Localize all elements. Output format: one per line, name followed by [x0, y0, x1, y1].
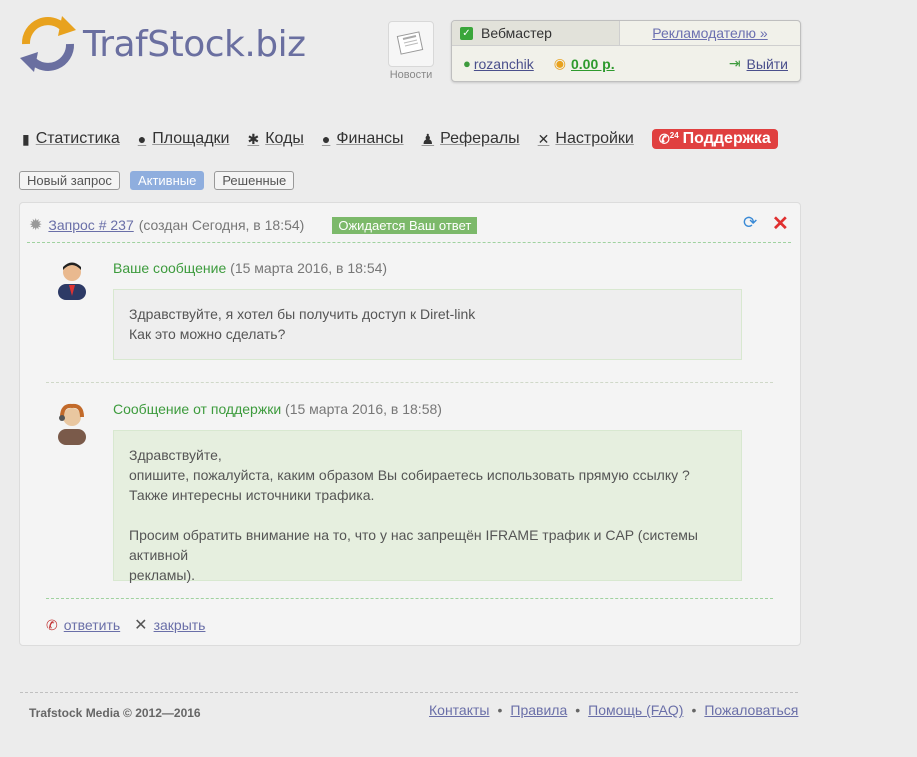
message-2-line: Также интересны источники трафика. — [129, 487, 375, 503]
main-nav: ▮ Статистика ● Площадки ✱ Коды ● Финансы ♟ Ре… — [22, 128, 796, 150]
tools-icon: ✕ — [537, 130, 550, 147]
copyright: Trafstock Media © 2012—2016 — [29, 706, 201, 720]
nav-finance-label: Финансы — [336, 130, 404, 147]
nav-codes[interactable]: ✱ Коды — [247, 130, 303, 148]
tab-resolved[interactable]: Решенные — [214, 171, 295, 190]
nav-finance[interactable]: ● Финансы — [322, 130, 404, 148]
message-1-body: Здравствуйте, я хотел бы получить доступ… — [113, 289, 742, 360]
nav-codes-label: Коды — [265, 130, 304, 147]
request-panel: ✹ Запрос # 237 (создан Сегодня, в 18:54)… — [19, 202, 801, 646]
users-icon: ♟ — [421, 130, 435, 147]
gear-status-icon: ✹ — [29, 217, 43, 234]
account-panel: ✓ Вебмастер Рекламодателю » ● rozanchik … — [451, 20, 801, 82]
message-2-body: Здравствуйте, опишите, пожалуйста, каким… — [113, 430, 742, 583]
balance-link[interactable]: 0.00 р. — [571, 56, 615, 72]
message-2-blank-line — [129, 505, 726, 525]
nav-settings-label: Настройки — [555, 130, 634, 147]
request-actions: ✆ ответить ✕ закрыть — [46, 615, 205, 635]
newspaper-icon — [388, 21, 434, 67]
request-created: (создан Сегодня, в 18:54) — [138, 217, 305, 233]
globe-icon: ● — [137, 131, 147, 147]
nav-sites-label: Площадки — [152, 130, 230, 147]
divider — [46, 382, 773, 383]
logout-link[interactable]: Выйти — [747, 56, 788, 72]
message-2-author: Сообщение от поддержки — [113, 401, 282, 417]
news-label: Новости — [389, 69, 433, 81]
message-2-line: опишите, пожалуйста, каким образом Вы со… — [129, 467, 690, 483]
footer-link-complain[interactable]: Пожаловаться — [704, 702, 798, 718]
divider — [27, 242, 791, 243]
phone-24-icon: ✆24 — [658, 130, 679, 147]
message-2-line: Здравствуйте, — [129, 447, 222, 463]
nav-support[interactable]: ✆24 Поддержка — [651, 129, 778, 149]
footer-link-contacts[interactable]: Контакты — [429, 702, 489, 718]
support-24-badge: 24 — [669, 130, 679, 140]
status-badge: Ожидается Ваш ответ — [332, 216, 478, 234]
footer-bullet: • — [575, 702, 581, 718]
footer-links: Контакты • Правила • Помощь (FAQ) • Пожа… — [429, 702, 798, 718]
message-2-line: Просим обратить внимание на то, что у на… — [129, 527, 698, 563]
username-link[interactable]: rozanchik — [474, 56, 534, 72]
delete-icon[interactable]: ✕ — [772, 211, 789, 236]
logo-text: TrafStock.biz — [83, 24, 306, 65]
advertiser-link[interactable]: Рекламодателю » — [652, 25, 767, 41]
money-bag-icon: ● — [321, 131, 331, 147]
request-tabs: Новый запрос Активные Решенные — [19, 171, 304, 190]
nav-sites[interactable]: ● Площадки — [138, 130, 230, 148]
request-link[interactable]: Запрос # 237 — [48, 217, 133, 233]
footer-divider — [20, 692, 798, 693]
nav-settings[interactable]: ✕ Настройки — [538, 130, 634, 148]
logout-icon: ⇥ — [728, 55, 741, 71]
nav-stats[interactable]: ▮ Статистика — [22, 130, 120, 148]
logo-arrows-icon — [20, 16, 76, 72]
nav-stats-label: Статистика — [35, 130, 120, 147]
webmaster-role[interactable]: ✓ Вебмастер — [452, 21, 620, 45]
news-button[interactable]: Новости — [387, 21, 435, 83]
message-2-line: рекламы). — [129, 567, 196, 583]
tab-new-request[interactable]: Новый запрос — [19, 171, 120, 190]
coins-icon: ◉ — [553, 55, 566, 71]
nav-support-label: Поддержка — [682, 130, 771, 147]
close-icon: ✕ — [134, 617, 148, 634]
refresh-icon[interactable]: ⟳ — [743, 213, 757, 233]
footer-link-faq[interactable]: Помощь (FAQ) — [588, 702, 683, 718]
user-icon: ● — [463, 56, 471, 71]
footer-link-rules[interactable]: Правила — [510, 702, 567, 718]
checkmark-icon: ✓ — [460, 26, 473, 40]
message-1-title: Ваше сообщение (15 марта 2016, в 18:54) — [113, 260, 387, 276]
divider — [46, 598, 773, 599]
support-avatar — [58, 403, 86, 445]
message-2-title: Сообщение от поддержки (15 марта 2016, в… — [113, 401, 442, 417]
message-2-date: (15 марта 2016, в 18:58) — [285, 401, 442, 417]
footer-bullet: • — [497, 702, 503, 718]
webmaster-label: Вебмастер — [481, 25, 552, 41]
bar-chart-icon: ▮ — [22, 130, 30, 147]
request-header: ✹ Запрос # 237 (создан Сегодня, в 18:54)… — [29, 215, 478, 235]
message-1-author: Ваше сообщение — [113, 260, 227, 276]
footer-bullet: • — [691, 702, 697, 718]
user-avatar — [58, 262, 86, 300]
message-1-line: Здравствуйте, я хотел бы получить доступ… — [129, 306, 476, 322]
tab-active[interactable]: Активные — [129, 171, 205, 190]
nav-referrals[interactable]: ♟ Рефералы — [422, 130, 520, 148]
message-1-date: (15 марта 2016, в 18:54) — [230, 260, 388, 276]
nav-referrals-label: Рефералы — [440, 130, 520, 147]
message-1-line: Как это можно сделать? — [129, 326, 286, 342]
reply-link[interactable]: ответить — [64, 617, 120, 633]
phone-icon: ✆ — [46, 616, 58, 633]
close-link[interactable]: закрыть — [154, 617, 206, 633]
gear-icon: ✱ — [247, 130, 260, 147]
